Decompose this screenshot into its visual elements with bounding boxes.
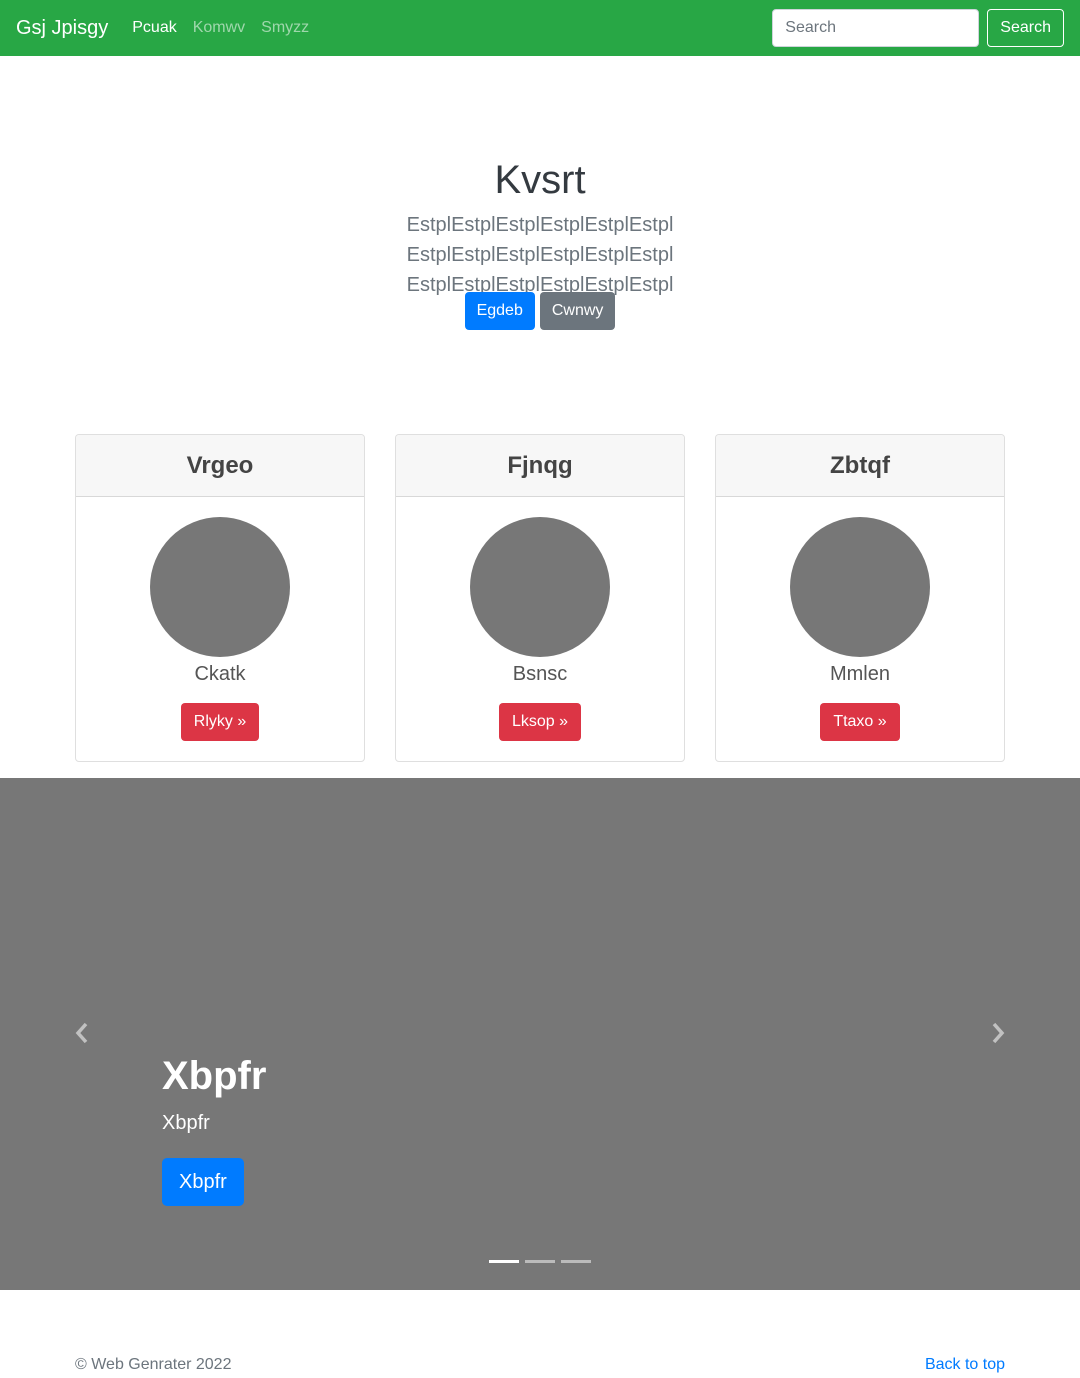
search-form: Search [772, 9, 1064, 47]
hero-buttons: Egdeb Cwnwy [0, 292, 1080, 330]
hero-primary-button[interactable]: Egdeb [464, 292, 535, 330]
carousel-caption: Xbpfr Xbpfr Xbpfr [162, 1050, 266, 1206]
nav-links: Pcuak Komwv Smyzz [132, 19, 309, 37]
hero-title: Kvsrt [494, 158, 586, 202]
avatar [790, 517, 930, 657]
card-button[interactable]: Ttaxo » [820, 703, 900, 741]
avatar [470, 517, 610, 657]
carousel-indicators [0, 1260, 1080, 1263]
avatar [150, 517, 290, 657]
nav-link-smyzz[interactable]: Smyzz [261, 19, 309, 37]
carousel-prev-button[interactable] [67, 1018, 97, 1048]
carousel-indicator-3[interactable] [561, 1260, 591, 1263]
back-to-top-link[interactable]: Back to top [925, 1356, 1005, 1374]
card-deck: Vrgeo Ckatk Rlyky » Fjnqg Bsnsc Lksop » … [75, 434, 1005, 762]
carousel-button[interactable]: Xbpfr [162, 1158, 244, 1206]
carousel-heading: Xbpfr [162, 1054, 267, 1098]
navbar: Gsj Jpisgy Pcuak Komwv Smyzz Search [0, 0, 1080, 56]
card-name: Ckatk [194, 663, 246, 685]
chevron-left-icon [75, 1022, 88, 1044]
carousel-next-button[interactable] [983, 1018, 1013, 1048]
card-header: Zbtqf [716, 435, 1004, 497]
nav-link-komwv[interactable]: Komwv [193, 19, 245, 37]
carousel: Xbpfr Xbpfr Xbpfr [0, 778, 1080, 1290]
card-button[interactable]: Rlyky » [180, 703, 260, 741]
hero-secondary-button[interactable]: Cwnwy [539, 292, 616, 330]
search-button[interactable]: Search [987, 9, 1064, 47]
carousel-subheading: Xbpfr [162, 1112, 210, 1134]
carousel-indicator-2[interactable] [525, 1260, 555, 1263]
card-header: Fjnqg [396, 435, 684, 497]
card-body: Bsnsc Lksop » [396, 497, 684, 741]
card-body: Ckatk Rlyky » [76, 497, 364, 741]
search-input[interactable] [772, 9, 980, 47]
card-zbtqf: Zbtqf Mmlen Ttaxo » [715, 434, 1005, 762]
card-body: Mmlen Ttaxo » [716, 497, 1004, 741]
card-header: Vrgeo [76, 435, 364, 497]
card-name: Bsnsc [512, 663, 568, 685]
card-button[interactable]: Lksop » [498, 703, 582, 741]
brand-logo[interactable]: Gsj Jpisgy [16, 17, 108, 40]
nav-link-pcuak[interactable]: Pcuak [132, 19, 176, 37]
footer-copyright: © Web Genrater 2022 [75, 1356, 232, 1373]
hero-lead: EstplEstplEstplEstplEstplEstpl EstplEstp… [406, 214, 674, 296]
footer: © Web Genrater 2022 Back to top [75, 1356, 1005, 1374]
card-fjnqg: Fjnqg Bsnsc Lksop » [395, 434, 685, 762]
card-name: Mmlen [829, 663, 890, 685]
chevron-right-icon [992, 1022, 1005, 1044]
carousel-indicator-1[interactable] [489, 1260, 519, 1263]
card-vrgeo: Vrgeo Ckatk Rlyky » [75, 434, 365, 762]
